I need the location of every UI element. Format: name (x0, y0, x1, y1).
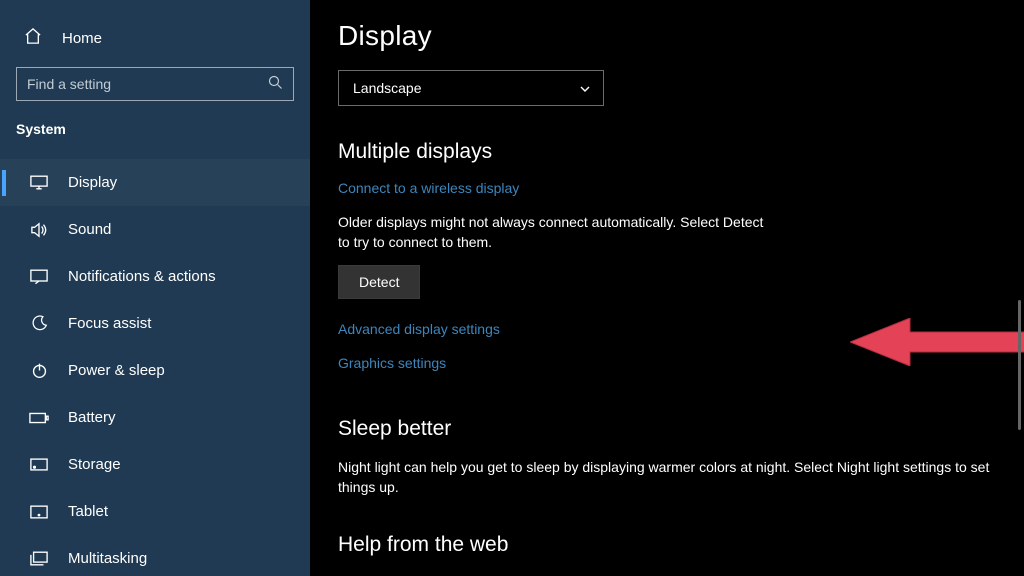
sidebar-item-label: Storage (68, 456, 288, 473)
detect-help-text: Older displays might not always connect … (338, 212, 768, 253)
connect-wireless-link[interactable]: Connect to a wireless display (338, 180, 519, 196)
home-nav[interactable]: Home (0, 28, 310, 67)
search-icon (268, 75, 283, 93)
storage-icon (28, 458, 50, 471)
home-icon (22, 28, 44, 49)
detect-button-label: Detect (359, 274, 399, 290)
sidebar-item-sound[interactable]: Sound (0, 206, 310, 253)
sidebar-item-multitasking[interactable]: Multitasking (0, 535, 310, 576)
sidebar-item-notifications[interactable]: Notifications & actions (0, 253, 310, 300)
sidebar-item-label: Display (68, 174, 288, 191)
sidebar-item-tablet[interactable]: Tablet (0, 488, 310, 535)
active-indicator (2, 170, 6, 196)
sidebar-item-label: Multitasking (68, 550, 288, 567)
help-from-web-heading: Help from the web (338, 533, 996, 557)
sidebar-item-battery[interactable]: Battery (0, 394, 310, 441)
multiple-displays-heading: Multiple displays (338, 140, 996, 164)
multitasking-icon (28, 551, 50, 566)
sleep-better-body: Night light can help you get to sleep by… (338, 457, 996, 498)
scrollbar-thumb[interactable] (1018, 300, 1021, 430)
sleep-better-heading: Sleep better (338, 417, 996, 441)
orientation-value: Landscape (353, 80, 422, 96)
settings-sidebar: Home Find a setting System Display (0, 0, 310, 576)
notifications-icon (28, 269, 50, 284)
sound-icon (28, 222, 50, 238)
sidebar-item-label: Battery (68, 409, 288, 426)
main-content: Display Landscape Multiple displays Conn… (310, 0, 1024, 576)
search-placeholder: Find a setting (27, 76, 111, 92)
search-input[interactable]: Find a setting (16, 67, 294, 101)
sidebar-item-storage[interactable]: Storage (0, 441, 310, 488)
chevron-down-icon (579, 82, 591, 94)
detect-button[interactable]: Detect (338, 265, 420, 299)
orientation-select[interactable]: Landscape (338, 70, 604, 106)
home-label: Home (62, 30, 102, 47)
sidebar-nav: Display Sound Notifications & actions (0, 159, 310, 576)
tablet-icon (28, 505, 50, 519)
sidebar-section-label: System (0, 121, 310, 159)
battery-icon (28, 412, 50, 424)
graphics-settings-link[interactable]: Graphics settings (338, 355, 446, 371)
annotation-arrow-icon (850, 318, 1024, 366)
sidebar-item-label: Focus assist (68, 315, 288, 332)
sidebar-item-focus-assist[interactable]: Focus assist (0, 300, 310, 347)
sidebar-item-label: Power & sleep (68, 362, 288, 379)
page-title: Display (338, 20, 996, 52)
sidebar-item-display[interactable]: Display (0, 159, 310, 206)
power-icon (28, 362, 50, 379)
sidebar-item-power-sleep[interactable]: Power & sleep (0, 347, 310, 394)
sidebar-item-label: Sound (68, 221, 288, 238)
advanced-display-link[interactable]: Advanced display settings (338, 321, 500, 337)
display-icon (28, 175, 50, 190)
sidebar-item-label: Tablet (68, 503, 288, 520)
focus-assist-icon (28, 315, 50, 332)
sidebar-item-label: Notifications & actions (68, 268, 288, 285)
